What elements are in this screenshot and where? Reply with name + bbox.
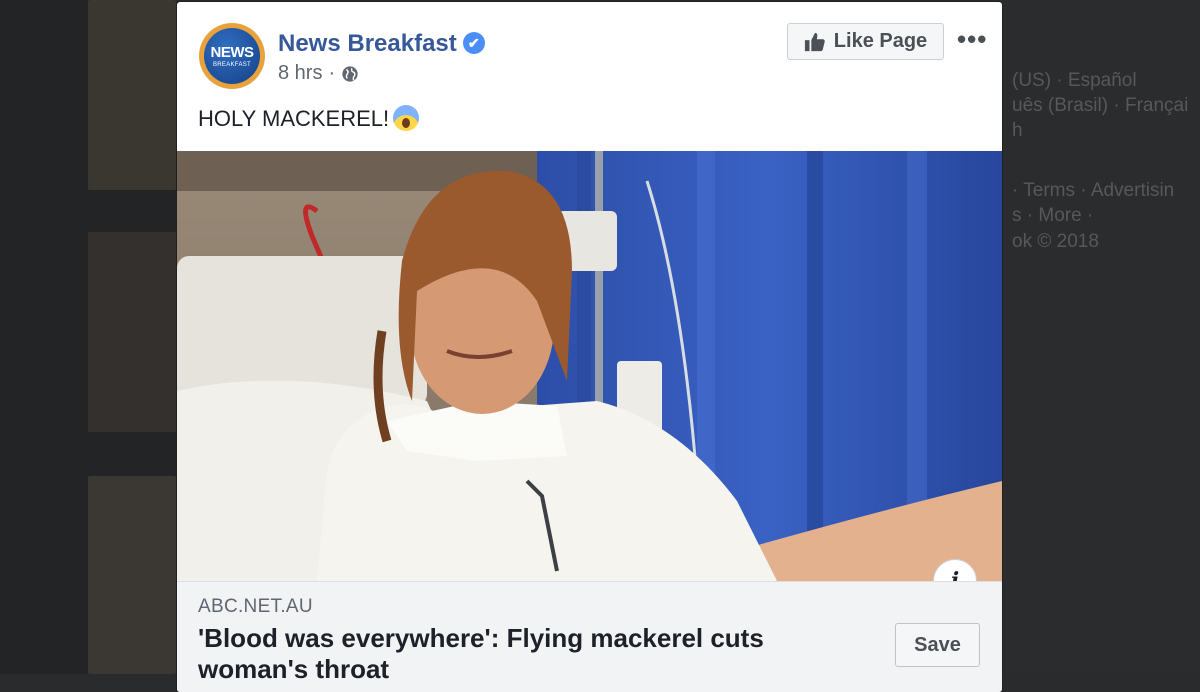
post-meta: 8 hrs · (278, 62, 359, 85)
post-message-text: HOLY MACKEREL! (198, 106, 390, 131)
background-thumbnail (88, 0, 176, 190)
hospital-bed-photo (177, 151, 1002, 581)
like-page-label: Like Page (833, 30, 928, 52)
page-avatar[interactable]: NEWS BREAKFAST (199, 23, 265, 89)
page-name-link[interactable]: News Breakfast ✔ (278, 30, 485, 58)
post-message: HOLY MACKEREL! (198, 105, 420, 132)
footer-copyright: ok © 2018 (1012, 231, 1099, 252)
post-timestamp[interactable]: 8 hrs (278, 62, 322, 85)
avatar-logo-subtext: BREAKFAST (212, 61, 252, 68)
footer-languages: h (1012, 120, 1023, 141)
link-headline[interactable]: 'Blood was everywhere': Flying mackerel … (198, 623, 878, 685)
post-image[interactable] (177, 151, 1002, 581)
link-domain: ABC.NET.AU (198, 596, 313, 617)
screaming-face-emoji-icon (393, 105, 420, 131)
footer-languages: uês (Brasil) · Françai (1012, 95, 1189, 116)
more-options-icon[interactable]: ••• (957, 24, 987, 55)
avatar-logo-text: NEWS (210, 43, 255, 61)
thumbs-up-icon (804, 32, 825, 51)
background-thumbnail (88, 476, 176, 674)
globe-icon (342, 65, 358, 82)
verified-badge-icon: ✔ (462, 32, 485, 54)
link-preview[interactable]: ABC.NET.AU 'Blood was everywhere': Flyin… (177, 581, 1002, 692)
like-page-button[interactable]: Like Page (787, 23, 944, 60)
post-card: NEWS BREAKFAST News Breakfast ✔ 8 hrs · L… (177, 2, 1002, 692)
background-thumbnail (88, 232, 176, 432)
avatar-logo: NEWS BREAKFAST (204, 28, 260, 84)
footer-languages: (US) · Español (1012, 70, 1137, 91)
page-name: News Breakfast (278, 30, 457, 57)
save-button[interactable]: Save (895, 623, 980, 667)
footer-links: · Terms · Advertisin (1012, 180, 1175, 201)
meta-separator: · (328, 62, 336, 84)
footer-links: s · More · (1012, 205, 1094, 226)
